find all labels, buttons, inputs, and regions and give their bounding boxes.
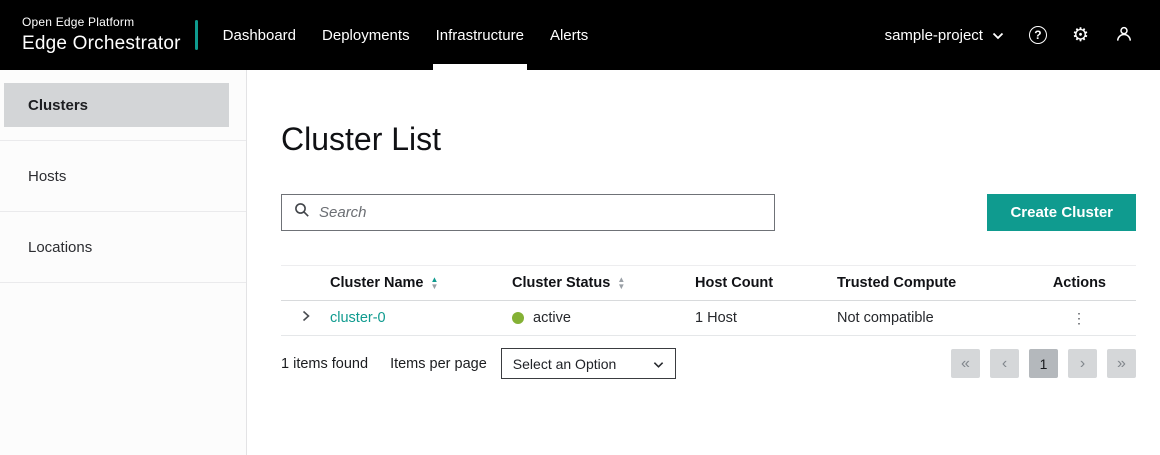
brand: Open Edge Platform Edge Orchestrator <box>0 0 181 70</box>
cell-trusted-compute: Not compatible <box>837 310 1000 326</box>
sidebar-item-label: Clusters <box>4 83 229 127</box>
cluster-table: Cluster Name ▲ ▼ Cluster Status ▲ ▼ Host… <box>281 265 1136 336</box>
first-page-button[interactable]: « <box>951 349 980 378</box>
create-cluster-button[interactable]: Create Cluster <box>987 194 1136 231</box>
sort-desc-icon: ▼ <box>430 283 438 290</box>
settings-button[interactable]: ⚙ <box>1072 26 1089 45</box>
kebab-menu-icon[interactable]: ⋮ <box>1072 311 1086 325</box>
main-content: Cluster List Create Cluster Cluster Name… <box>248 70 1160 455</box>
table-footer: 1 items found Items per page Select an O… <box>281 348 1136 379</box>
column-header-trusted-compute: Trusted Compute <box>837 275 1000 291</box>
header-actions: sample-project ? ⚙ <box>885 0 1160 70</box>
chevron-down-icon <box>992 27 1004 44</box>
table-row: cluster-0 active 1 Host Not compatible ⋮ <box>281 301 1136 336</box>
project-selector[interactable]: sample-project <box>885 27 1004 44</box>
prev-page-button[interactable]: ‹ <box>990 349 1019 378</box>
toolbar: Create Cluster <box>281 194 1136 231</box>
next-page-button[interactable]: › <box>1068 349 1097 378</box>
sort-icons: ▲ ▼ <box>617 276 625 290</box>
nav-dashboard[interactable]: Dashboard <box>210 0 309 70</box>
sidebar-item-label: Locations <box>4 225 229 269</box>
column-header-cluster-name[interactable]: Cluster Name ▲ ▼ <box>330 275 512 291</box>
column-label: Cluster Status <box>512 275 610 291</box>
page-size-value: Select an Option <box>513 356 617 372</box>
items-per-page-label: Items per page <box>390 356 487 372</box>
user-icon <box>1114 24 1134 47</box>
chevron-down-icon <box>653 356 664 372</box>
items-found-text: 1 items found <box>281 356 368 372</box>
cell-actions: ⋮ <box>1000 311 1136 325</box>
pagination: « ‹ 1 › » <box>951 349 1136 378</box>
sidebar-item-locations[interactable]: Locations <box>0 212 246 283</box>
user-button[interactable] <box>1114 24 1134 47</box>
page-size-select[interactable]: Select an Option <box>501 348 676 379</box>
nav-deployments[interactable]: Deployments <box>309 0 423 70</box>
status-text: active <box>533 310 571 326</box>
app-root: Open Edge Platform Edge Orchestrator Das… <box>0 0 1160 455</box>
sort-icons: ▲ ▼ <box>430 276 438 290</box>
last-page-button[interactable]: » <box>1107 349 1136 378</box>
app-title: Edge Orchestrator <box>22 33 181 55</box>
top-nav: Dashboard Deployments Infrastructure Ale… <box>210 0 602 70</box>
nav-alerts[interactable]: Alerts <box>537 0 601 70</box>
column-label: Cluster Name <box>330 275 423 291</box>
top-header: Open Edge Platform Edge Orchestrator Das… <box>0 0 1160 70</box>
sidebar-item-hosts[interactable]: Hosts <box>0 141 246 212</box>
sidebar: Clusters Hosts Locations <box>0 70 247 455</box>
search-box <box>281 194 775 231</box>
cell-cluster-status: active <box>512 310 695 326</box>
search-icon <box>294 202 310 223</box>
sort-desc-icon: ▼ <box>617 283 625 290</box>
cell-cluster-name: cluster-0 <box>330 310 512 326</box>
row-expand-button[interactable] <box>281 310 330 326</box>
sidebar-item-clusters[interactable]: Clusters <box>0 70 246 141</box>
page-number-button[interactable]: 1 <box>1029 349 1058 378</box>
sidebar-item-label: Hosts <box>4 154 229 198</box>
gear-icon: ⚙ <box>1072 26 1089 45</box>
status-dot-icon <box>512 312 524 324</box>
nav-infrastructure[interactable]: Infrastructure <box>423 0 537 70</box>
platform-label: Open Edge Platform <box>22 15 181 29</box>
table-header-row: Cluster Name ▲ ▼ Cluster Status ▲ ▼ Host… <box>281 265 1136 301</box>
project-name: sample-project <box>885 27 983 44</box>
column-header-host-count: Host Count <box>695 275 837 291</box>
cell-host-count: 1 Host <box>695 310 837 326</box>
brand-divider <box>195 20 198 50</box>
cluster-name-link[interactable]: cluster-0 <box>330 310 386 326</box>
search-input[interactable] <box>319 204 762 221</box>
help-button[interactable]: ? <box>1029 26 1047 44</box>
column-header-actions: Actions <box>1000 275 1136 291</box>
chevron-right-icon <box>300 310 312 326</box>
column-header-cluster-status[interactable]: Cluster Status ▲ ▼ <box>512 275 695 291</box>
help-icon: ? <box>1029 26 1047 44</box>
page-title: Cluster List <box>281 120 1136 158</box>
